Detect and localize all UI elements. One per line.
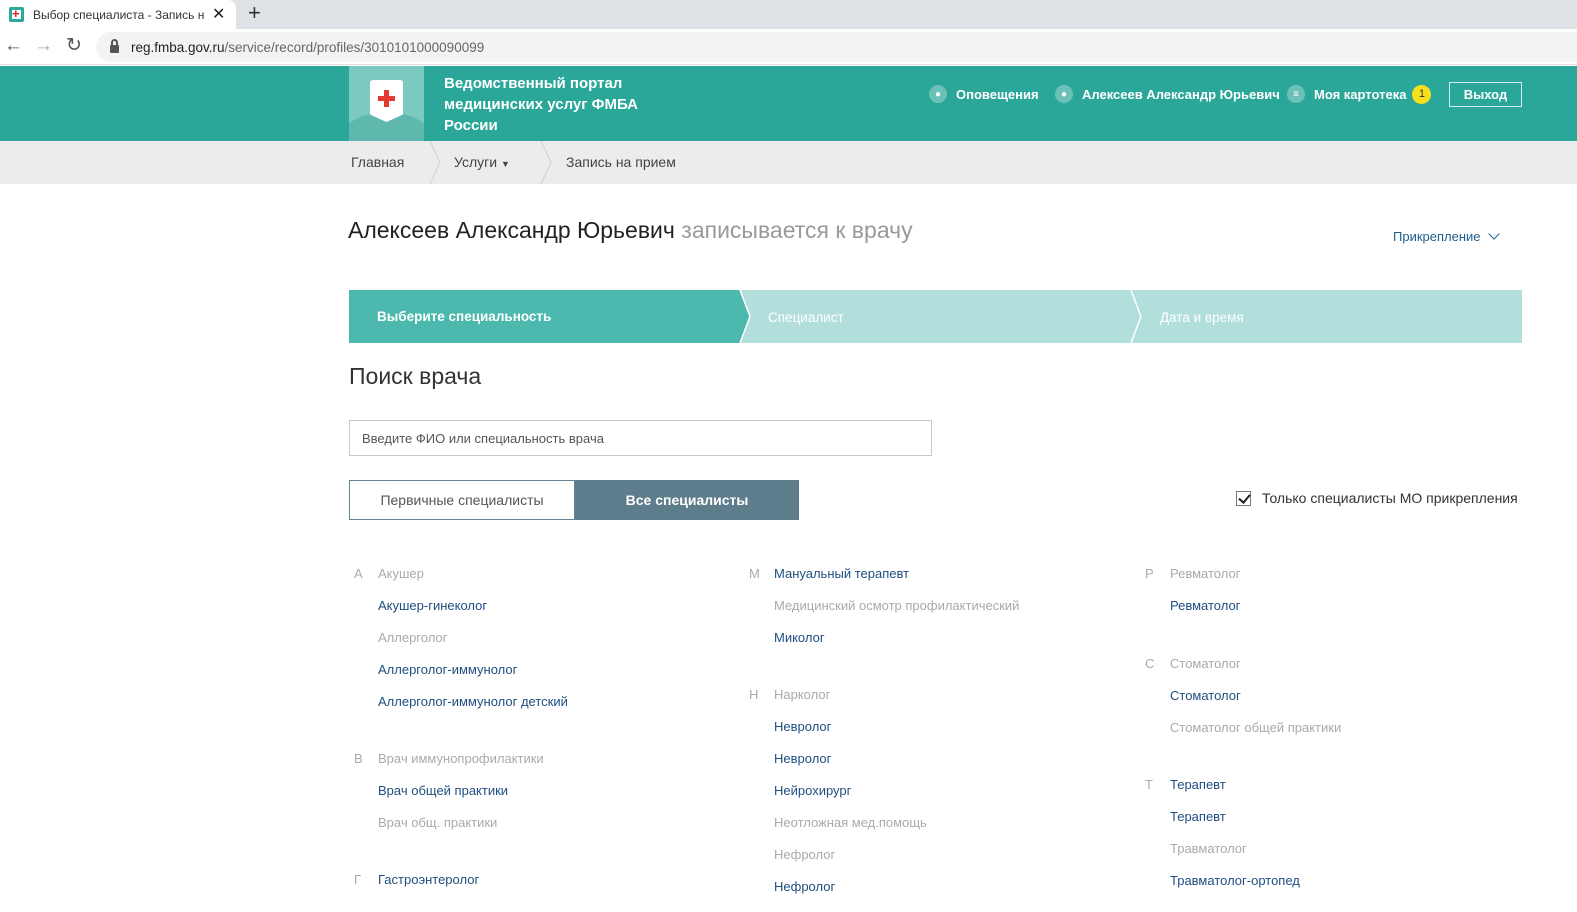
attachment-dropdown[interactable]: Прикрепление bbox=[1393, 228, 1500, 244]
alphabet-letter: Т bbox=[1145, 777, 1153, 792]
specialty-item[interactable]: Врач общей практики bbox=[378, 783, 508, 798]
browser-toolbar: ← → ↻ reg.fmba.gov.ru/service/record/pro… bbox=[0, 29, 1577, 65]
specialty-item[interactable]: Невролог bbox=[774, 719, 831, 734]
breadcrumb-services-label: Услуги bbox=[454, 154, 498, 170]
attachment-label: Прикрепление bbox=[1393, 229, 1481, 244]
breadcrumb-separator bbox=[429, 141, 441, 184]
new-tab-icon[interactable]: + bbox=[248, 1, 261, 25]
only-attached-checkbox[interactable] bbox=[1236, 490, 1251, 506]
specialty-item[interactable]: Аллерголог-иммунолог детский bbox=[378, 694, 568, 709]
alphabet-letter: С bbox=[1145, 656, 1155, 671]
bell-icon: ● bbox=[929, 85, 947, 103]
notifications-label: Оповещения bbox=[956, 86, 1039, 102]
specialty-item[interactable]: Терапевт bbox=[1170, 809, 1226, 824]
browser-tabbar: Выбор специалиста - Запись на ✕ + bbox=[0, 0, 1577, 29]
breadcrumb bbox=[0, 141, 1577, 184]
specialty-item: Стоматолог bbox=[1170, 656, 1241, 671]
specialty-item[interactable]: Травматолог-ортопед bbox=[1170, 873, 1300, 888]
page-title: Алексеев Александр Юрьевич записывается … bbox=[348, 217, 913, 244]
site-favicon-icon bbox=[9, 6, 24, 22]
tab-title: Выбор специалиста - Запись на bbox=[33, 7, 205, 22]
back-icon[interactable]: ← bbox=[4, 36, 23, 56]
red-cross-icon bbox=[378, 96, 395, 101]
step-specialist: Специалист bbox=[768, 310, 844, 325]
specialty-item[interactable]: Гастроэнтеролог bbox=[378, 872, 479, 887]
step-datetime: Дата и время bbox=[1160, 310, 1244, 325]
specialty-item[interactable]: Нефролог bbox=[774, 879, 835, 894]
breadcrumb-services[interactable]: Услуги ▼ bbox=[454, 154, 510, 170]
notifications-link[interactable]: ● Оповещения bbox=[929, 84, 1039, 104]
breadcrumb-separator bbox=[540, 141, 552, 184]
browser-tab[interactable]: Выбор специалиста - Запись на ✕ bbox=[0, 0, 236, 29]
only-attached-label: Только специалисты МО прикрепления bbox=[1262, 490, 1518, 506]
specialty-item: Ревматолог bbox=[1170, 566, 1241, 581]
specialty-item: Неотложная мед.помощь bbox=[774, 815, 927, 830]
alphabet-letter: Р bbox=[1145, 566, 1154, 581]
my-card-link[interactable]: ≡ Моя картотека 1 bbox=[1287, 84, 1432, 104]
only-attached-toggle[interactable]: Только специалисты МО прикрепления bbox=[1236, 490, 1518, 506]
user-profile-link[interactable]: ● Алексеев Александр Юрьевич bbox=[1055, 84, 1280, 104]
specialty-item: Травматолог bbox=[1170, 841, 1247, 856]
user-name-label: Алексеев Александр Юрьевич bbox=[1082, 86, 1280, 102]
alphabet-letter: М bbox=[749, 566, 760, 581]
specialty-item[interactable]: Терапевт bbox=[1170, 777, 1226, 792]
logout-button[interactable]: Выход bbox=[1449, 82, 1522, 107]
address-bar[interactable]: reg.fmba.gov.ru/service/record/profiles/… bbox=[96, 32, 1577, 62]
specialty-item[interactable]: Миколог bbox=[774, 630, 825, 645]
specialty-item[interactable]: Стоматолог bbox=[1170, 688, 1241, 703]
user-icon: ● bbox=[1055, 85, 1073, 103]
specialty-item: Нефролог bbox=[774, 847, 836, 862]
breadcrumb-current: Запись на прием bbox=[566, 154, 676, 170]
close-tab-icon[interactable]: ✕ bbox=[212, 4, 225, 24]
specialty-item: Медицинский осмотр профилактический bbox=[774, 598, 1020, 613]
specialty-item[interactable]: Акушер-гинеколог bbox=[378, 598, 487, 613]
alphabet-letter: Н bbox=[749, 687, 759, 702]
specialty-item[interactable]: Нейрохирург bbox=[774, 783, 851, 798]
lock-icon bbox=[110, 39, 119, 53]
doctor-search-input[interactable] bbox=[349, 420, 932, 456]
specialty-item[interactable]: Мануальный терапевт bbox=[774, 566, 909, 581]
search-title: Поиск врача bbox=[349, 363, 482, 389]
specialty-item[interactable]: Невролог bbox=[774, 751, 831, 766]
specialty-item: Аллерголог bbox=[378, 630, 448, 645]
forward-icon[interactable]: → bbox=[34, 36, 53, 56]
alphabet-letter: В bbox=[354, 751, 363, 766]
card-count-badge: 1 bbox=[1412, 84, 1432, 104]
caret-down-icon: ▼ bbox=[500, 159, 510, 169]
site-logo[interactable] bbox=[349, 66, 424, 141]
tab-primary-specialists[interactable]: Первичные специалисты bbox=[349, 480, 575, 520]
url-host: reg.fmba.gov.ru bbox=[131, 39, 225, 55]
person-suffix: записывается к врачу bbox=[681, 217, 913, 243]
specialty-item: Нарколог bbox=[774, 687, 831, 702]
specialty-item: Врач иммунопрофилактики bbox=[378, 751, 544, 766]
chevron-down-icon bbox=[1487, 228, 1500, 240]
reload-icon[interactable]: ↻ bbox=[66, 36, 82, 56]
breadcrumb-home[interactable]: Главная bbox=[351, 154, 404, 170]
alphabet-letter: А bbox=[354, 566, 363, 581]
specialty-item[interactable]: Ревматолог bbox=[1170, 598, 1240, 613]
portal-title[interactable]: Ведомственный портал медицинских услуг Ф… bbox=[444, 73, 674, 136]
step-specialty: Выберите специальность bbox=[377, 309, 552, 324]
specialty-item: Акушер bbox=[378, 566, 424, 581]
my-card-label: Моя картотека bbox=[1314, 86, 1407, 102]
url-path: /service/record/profiles/301010100009009… bbox=[224, 39, 485, 55]
list-icon: ≡ bbox=[1287, 85, 1305, 103]
specialty-item[interactable]: Аллерголог-иммунолог bbox=[378, 662, 517, 677]
tab-all-specialists[interactable]: Все специалисты bbox=[575, 480, 799, 520]
specialty-item: Стоматолог общей практики bbox=[1170, 720, 1342, 735]
alphabet-letter: Г bbox=[354, 872, 362, 887]
person-name: Алексеев Александр Юрьевич bbox=[348, 217, 675, 243]
specialty-item: Врач общ. практики bbox=[378, 815, 498, 830]
